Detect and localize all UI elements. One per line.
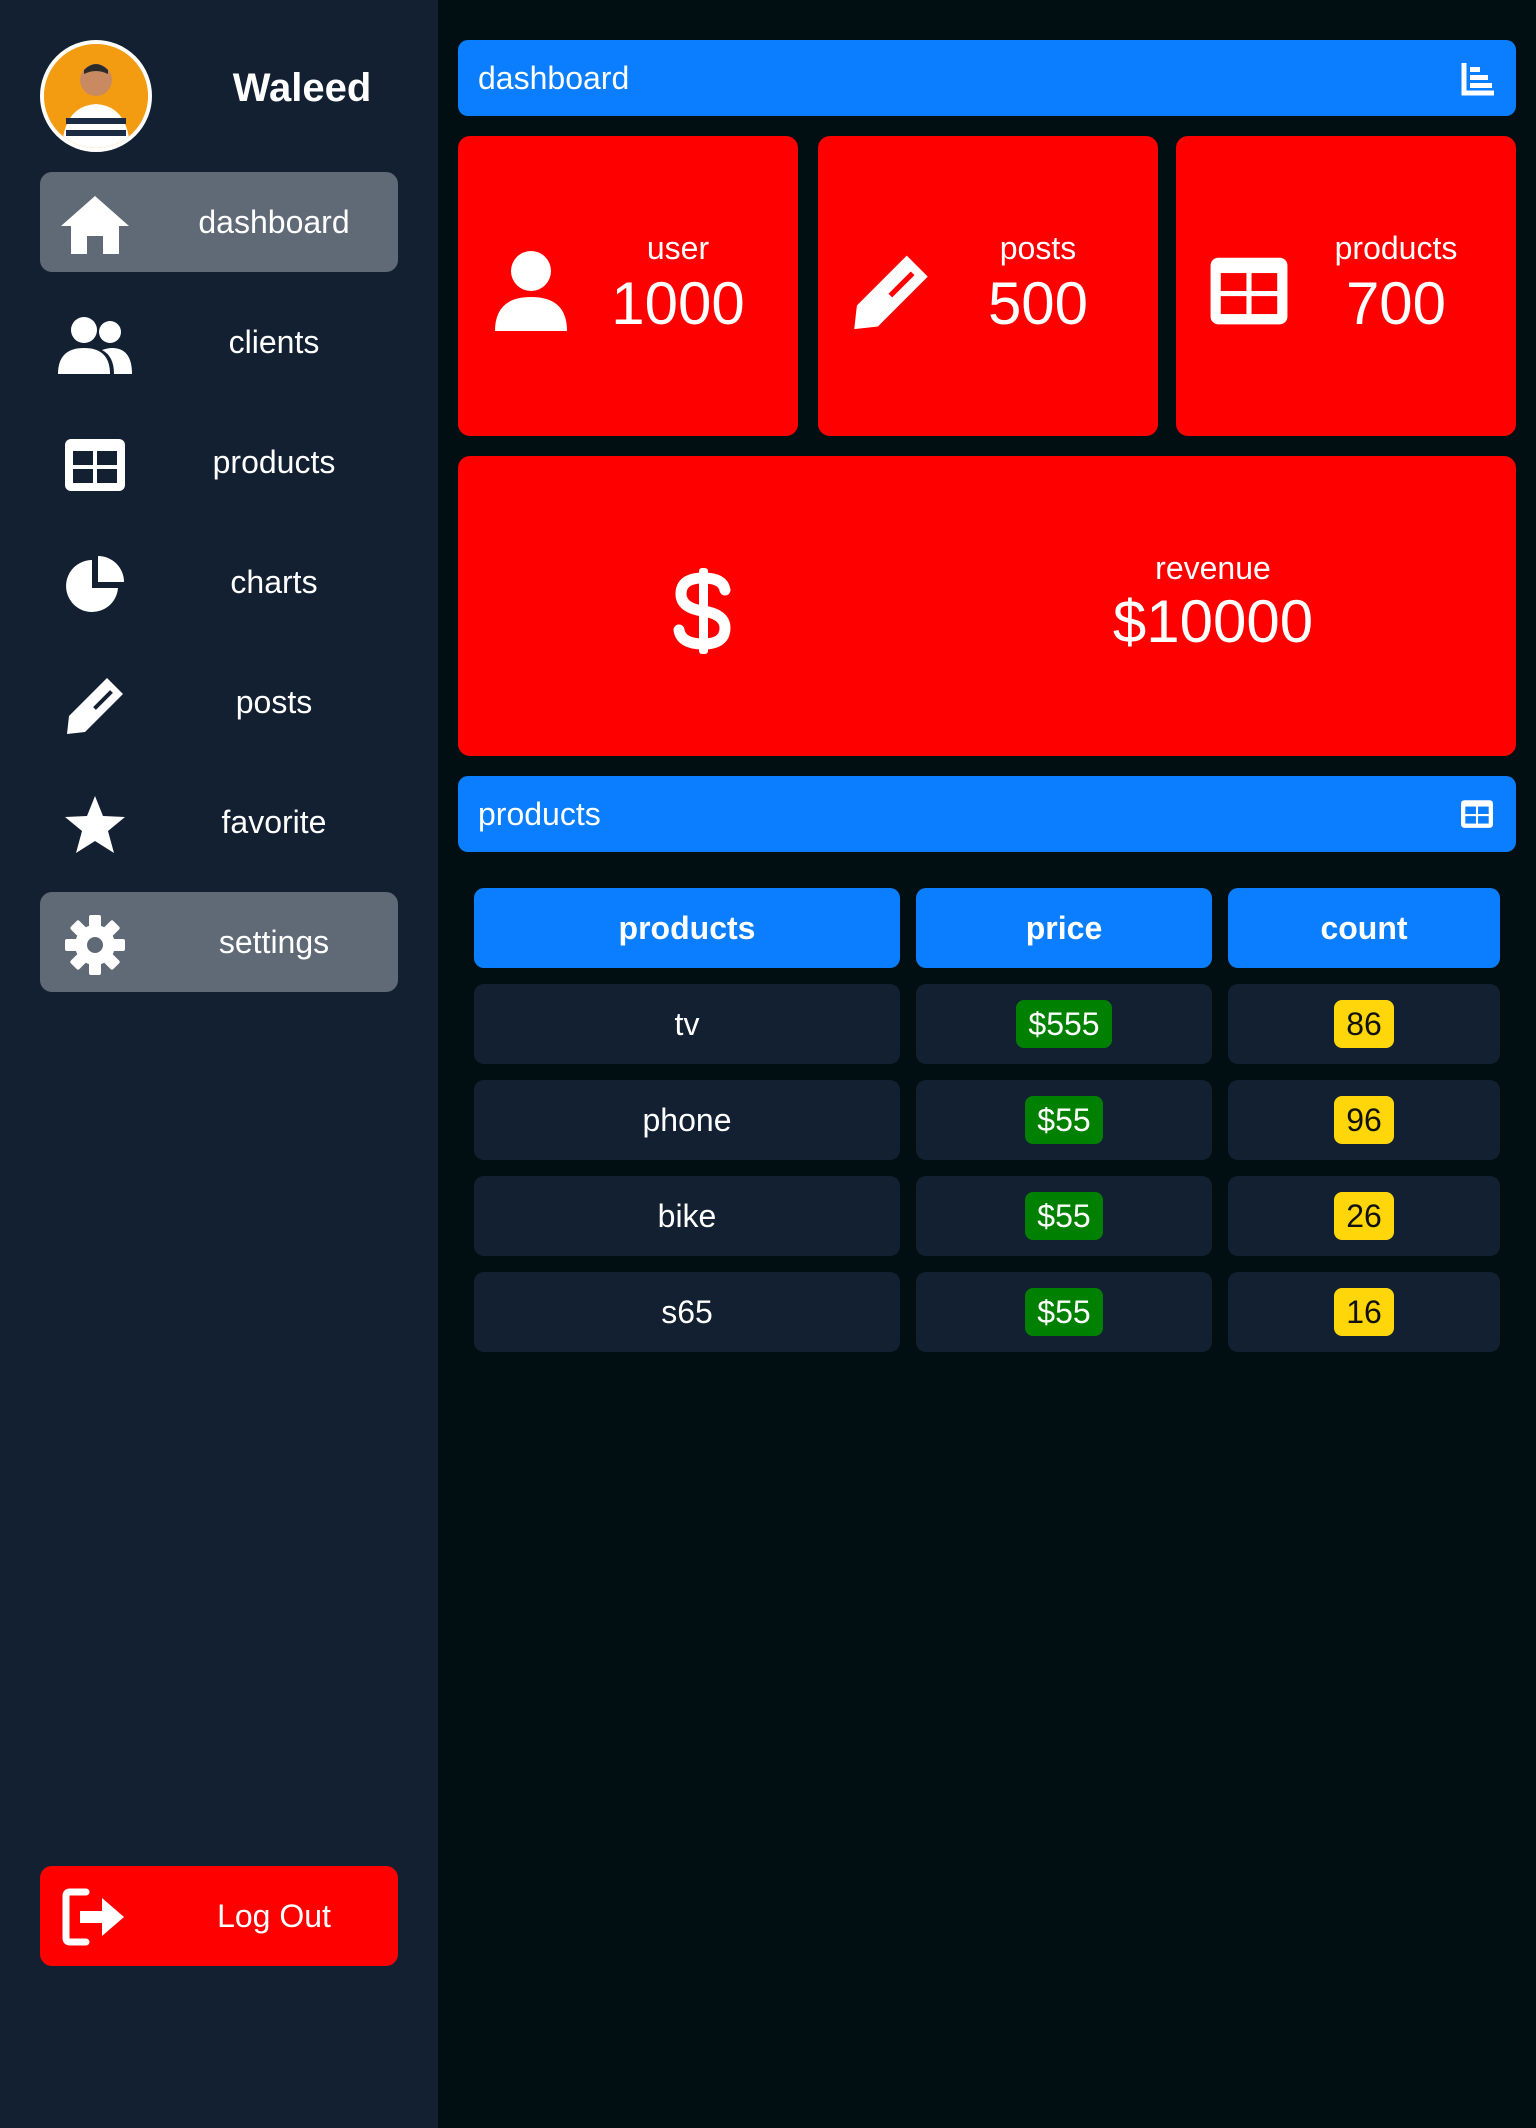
revenue-card: revenue $10000: [458, 456, 1516, 756]
bar-chart-icon: [1460, 59, 1498, 97]
stat-value: 700: [1345, 270, 1447, 337]
table-cell-product: tv: [474, 984, 900, 1064]
stat-card-posts: posts 500: [818, 136, 1158, 436]
home-icon: [56, 194, 134, 256]
sidebar-item-label: dashboard: [198, 204, 350, 240]
gear-icon: [56, 914, 134, 976]
section-title: products: [478, 796, 601, 832]
sidebar-item-label: clients: [228, 324, 320, 360]
revenue-label: revenue: [1155, 550, 1271, 586]
sidebar-item-label: favorite: [221, 804, 327, 840]
table-cell-count: 96: [1228, 1080, 1500, 1160]
table-cell-price: $55: [916, 1176, 1212, 1256]
table-icon: [56, 434, 134, 496]
sidebar-item-label: settings: [218, 924, 330, 960]
stat-label: user: [646, 230, 710, 266]
sidebar-item-label: charts: [230, 564, 318, 600]
table-cell-price: $55: [916, 1272, 1212, 1352]
table-cell-product: phone: [474, 1080, 900, 1160]
stat-card-user: user 1000: [458, 136, 798, 436]
dollar-icon: [648, 556, 758, 666]
avatar[interactable]: [40, 40, 152, 152]
sidebar-item-settings[interactable]: settings: [40, 892, 398, 992]
table-icon: [1204, 246, 1294, 336]
stat-value: 500: [987, 270, 1089, 337]
user-icon: [486, 246, 576, 336]
user-name: Waleed: [232, 66, 372, 110]
table-cell-count: 26: [1228, 1176, 1500, 1256]
pie-chart-icon: [56, 554, 134, 616]
price-badge: $55: [1025, 1192, 1103, 1240]
pencil-icon: [56, 674, 134, 736]
price-badge: $55: [1025, 1096, 1103, 1144]
user-profile: Waleed: [40, 40, 400, 152]
sidebar-item-favorite[interactable]: favorite: [40, 772, 398, 872]
sidebar-item-charts[interactable]: charts: [40, 532, 398, 632]
column-header-products[interactable]: products: [474, 888, 900, 968]
sidebar-item-label: posts: [235, 684, 313, 720]
dashboard-header: dashboard: [458, 40, 1516, 116]
table-cell-product: s65: [474, 1272, 900, 1352]
table-cell-product: bike: [474, 1176, 900, 1256]
sidebar-item-products[interactable]: products: [40, 412, 398, 512]
column-header-count[interactable]: count: [1228, 888, 1500, 968]
product-name: bike: [657, 1197, 717, 1234]
count-badge: 86: [1334, 1000, 1394, 1048]
logout-button[interactable]: Log Out: [40, 1866, 398, 1966]
stat-label: products: [1334, 230, 1458, 266]
product-name: s65: [661, 1293, 713, 1330]
stat-value: 1000: [611, 270, 745, 337]
logout-icon: [56, 1886, 134, 1948]
users-icon: [56, 314, 134, 376]
price-badge: $555: [1016, 1000, 1112, 1048]
sidebar-item-dashboard[interactable]: dashboard: [40, 172, 398, 272]
table-cell-price: $55: [916, 1080, 1212, 1160]
table-icon: [1460, 795, 1498, 833]
column-header-price[interactable]: price: [916, 888, 1212, 968]
count-badge: 96: [1334, 1096, 1394, 1144]
page-title: dashboard: [478, 60, 630, 96]
price-badge: $55: [1025, 1288, 1103, 1336]
stat-label: posts: [999, 230, 1077, 266]
star-icon: [56, 794, 134, 856]
product-name: tv: [674, 1005, 700, 1042]
revenue-value: $10000: [1112, 588, 1314, 655]
logout-label: Log Out: [217, 1898, 331, 1934]
pencil-icon: [846, 246, 936, 336]
sidebar-item-clients[interactable]: clients: [40, 292, 398, 392]
sidebar: Waleed dashboard clients products charts…: [0, 0, 438, 2128]
count-badge: 16: [1334, 1288, 1394, 1336]
count-badge: 26: [1334, 1192, 1394, 1240]
products-header: products: [458, 776, 1516, 852]
table-cell-price: $555: [916, 984, 1212, 1064]
stat-card-products: products 700: [1176, 136, 1516, 436]
table-cell-count: 16: [1228, 1272, 1500, 1352]
product-name: phone: [642, 1101, 732, 1138]
table-cell-count: 86: [1228, 984, 1500, 1064]
sidebar-item-label: products: [212, 444, 336, 480]
sidebar-item-posts[interactable]: posts: [40, 652, 398, 752]
